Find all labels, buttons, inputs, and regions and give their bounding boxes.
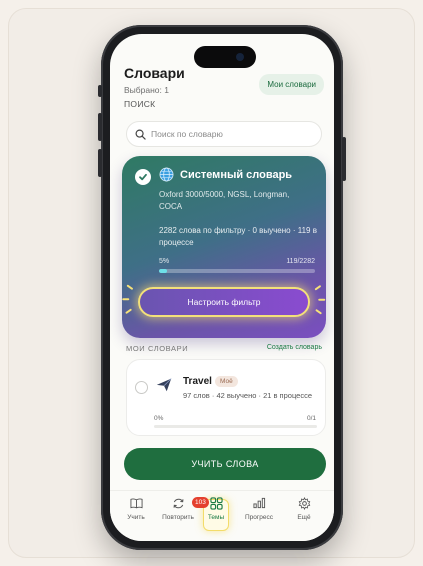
nav-item-progress[interactable]: Прогресс bbox=[239, 497, 279, 521]
search-input[interactable]: Поиск по словарю bbox=[126, 121, 322, 147]
nav-label: Темы bbox=[207, 514, 225, 521]
nav-label: Повторить bbox=[162, 514, 194, 521]
system-progress-bar bbox=[159, 269, 315, 273]
app-screen: Словари Выбрано: 1 Мои словари ПОИСК Пои… bbox=[110, 34, 334, 541]
dictionary-card-travel[interactable]: Travel Моё 97 слов · 42 выучено · 21 в п… bbox=[126, 359, 326, 436]
own-dictionary-badge: Моё bbox=[215, 376, 238, 387]
learn-words-button[interactable]: УЧИТЬ СЛОВА bbox=[124, 448, 326, 480]
system-dictionary-card[interactable]: Системный словарь Oxford 3000/5000, NGSL… bbox=[122, 156, 326, 338]
system-dictionary-stats: 2282 слова по фильтру · 0 выучено · 119 … bbox=[159, 226, 317, 247]
nav-label: Ещё bbox=[297, 514, 311, 521]
sparkle-decoration bbox=[318, 298, 326, 301]
system-progress-count: 119/2282 bbox=[286, 258, 315, 265]
dictionary-stats: 97 слов · 42 выучено · 21 в процессе bbox=[183, 391, 313, 400]
sparkle-decoration bbox=[122, 298, 130, 301]
dictionary-progress-bar bbox=[154, 425, 317, 428]
phone-frame: Словари Выбрано: 1 Мои словари ПОИСК Пои… bbox=[98, 25, 346, 550]
phone-silent-switch bbox=[98, 85, 102, 97]
nav-label: Учить bbox=[127, 514, 145, 521]
selected-check-icon[interactable] bbox=[135, 169, 151, 185]
bottom-navigation: Учить Повторить 103 Темы Прогресс Ещё bbox=[110, 490, 334, 541]
my-dictionaries-button[interactable]: Мои словари bbox=[259, 74, 324, 95]
sparkle-decoration bbox=[314, 284, 322, 291]
search-icon bbox=[135, 129, 146, 140]
nav-label: Прогресс bbox=[244, 514, 273, 521]
sparkle-decoration bbox=[125, 308, 133, 315]
globe-icon bbox=[159, 167, 174, 185]
nav-item-more[interactable]: Ещё bbox=[284, 496, 324, 521]
my-dictionaries-section-label: МОИ СЛОВАРИ bbox=[126, 344, 189, 353]
search-section-label: ПОИСК bbox=[124, 99, 156, 109]
system-dictionary-title: Системный словарь bbox=[180, 169, 293, 181]
nav-item-learn[interactable]: Учить bbox=[116, 497, 156, 521]
dictionary-progress-count: 0/1 bbox=[306, 415, 316, 422]
nav-item-topics[interactable]: Темы bbox=[196, 497, 236, 521]
select-radio[interactable] bbox=[135, 381, 148, 394]
bar-chart-icon bbox=[239, 497, 279, 512]
page-title: Словари bbox=[124, 65, 185, 81]
sparkle-decoration bbox=[126, 284, 134, 291]
dictionary-progress-percent: 0% bbox=[154, 415, 164, 422]
search-placeholder: Поиск по словарю bbox=[151, 129, 223, 139]
create-dictionary-link[interactable]: Создать словарь bbox=[267, 344, 322, 351]
configure-filter-button[interactable]: Настроить фильтр bbox=[138, 287, 310, 317]
phone-volume-down bbox=[98, 149, 102, 177]
selection-count: Выбрано: 1 bbox=[124, 85, 169, 95]
gear-icon bbox=[284, 496, 324, 512]
sparkle-decoration bbox=[315, 308, 323, 315]
grid-icon bbox=[196, 497, 236, 512]
system-progress-fill bbox=[159, 269, 167, 273]
phone-volume-up bbox=[98, 113, 102, 141]
dynamic-island bbox=[194, 46, 256, 68]
system-dictionary-description: Oxford 3000/5000, NGSL, Longman, COCA bbox=[159, 190, 290, 211]
airplane-icon bbox=[155, 375, 173, 398]
system-progress-percent: 5% bbox=[159, 258, 170, 265]
book-icon bbox=[116, 497, 156, 512]
phone-power-button bbox=[342, 137, 346, 181]
dictionary-name: Travel bbox=[183, 376, 212, 387]
